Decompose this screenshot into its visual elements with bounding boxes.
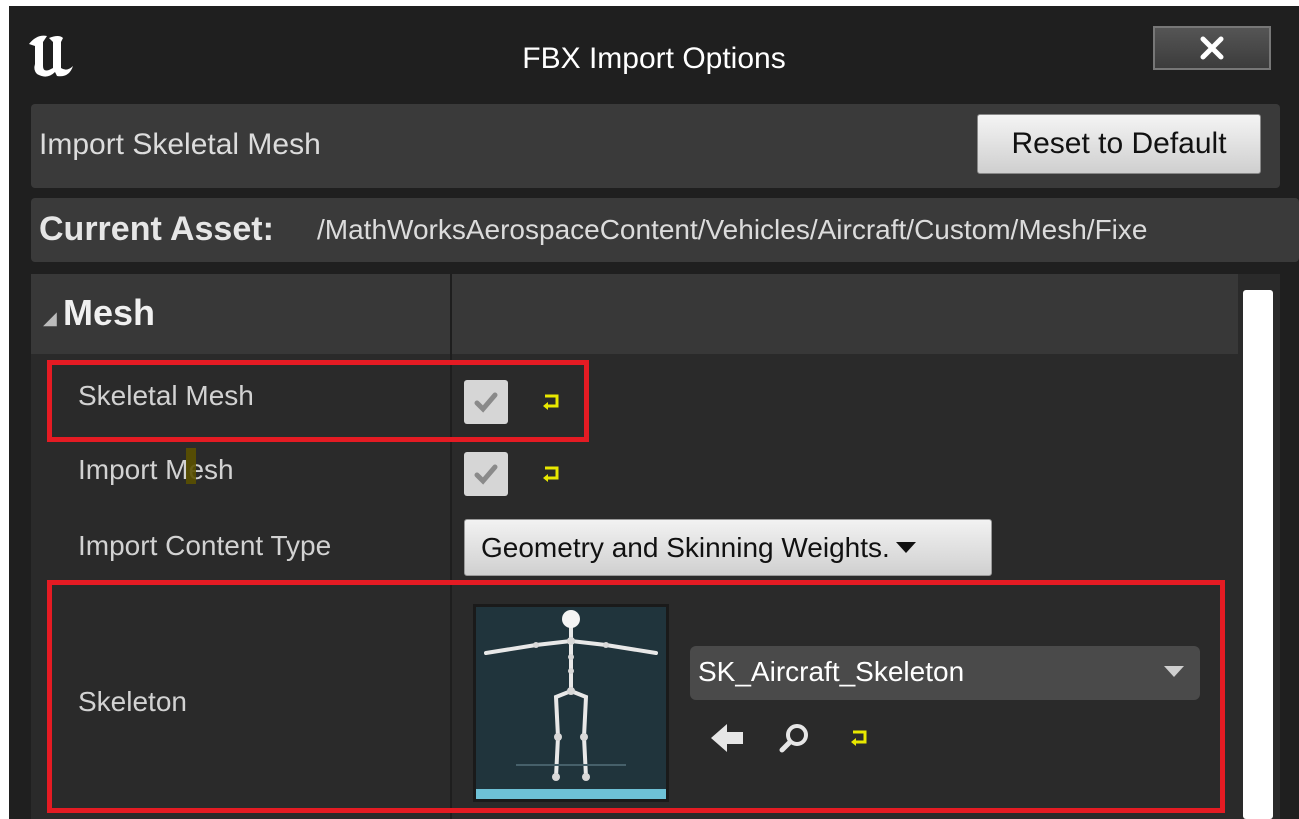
reset-to-default-arrow-icon[interactable] — [541, 462, 563, 484]
current-asset-label: Current Asset: — [39, 210, 274, 248]
title-bar[interactable]: FBX Import Options — [9, 6, 1299, 104]
current-asset-bar: Current Asset: /MathWorksAerospaceConten… — [31, 198, 1299, 262]
red-highlight-box-skeleton — [47, 580, 1225, 813]
details-panel: ◢ Mesh Skeletal Mesh Import Mesh Import … — [31, 274, 1280, 819]
import-mesh-label: Import Mesh — [78, 454, 234, 485]
close-icon — [1200, 36, 1224, 60]
fbx-import-options-dialog: FBX Import Options Import Skeletal Mesh … — [9, 6, 1299, 819]
text-caret-highlight — [186, 448, 196, 484]
import-content-type-label: Import Content Type — [78, 530, 332, 561]
checkmark-icon — [474, 464, 498, 485]
reset-to-default-button[interactable]: Reset to Default — [977, 114, 1261, 174]
vertical-scrollbar[interactable] — [1243, 290, 1273, 819]
import-header-bar: Import Skeletal Mesh Reset to Default — [31, 104, 1280, 188]
dialog-title: FBX Import Options — [522, 42, 786, 75]
mesh-category-header[interactable]: ◢ Mesh — [31, 274, 1238, 354]
import-type-title: Import Skeletal Mesh — [39, 128, 321, 161]
collapse-triangle-icon[interactable]: ◢ — [43, 308, 57, 329]
category-label: Mesh — [63, 292, 156, 333]
close-button[interactable] — [1153, 26, 1271, 70]
dropdown-caret-icon — [895, 542, 916, 553]
import-content-type-value: Geometry and Skinning Weights. — [481, 531, 890, 563]
red-highlight-box-skeletal-mesh — [47, 360, 589, 442]
current-asset-path: /MathWorksAerospaceContent/Vehicles/Airc… — [317, 214, 1148, 245]
import-mesh-checkbox[interactable] — [464, 452, 508, 496]
import-content-type-dropdown[interactable]: Geometry and Skinning Weights. — [464, 519, 992, 576]
